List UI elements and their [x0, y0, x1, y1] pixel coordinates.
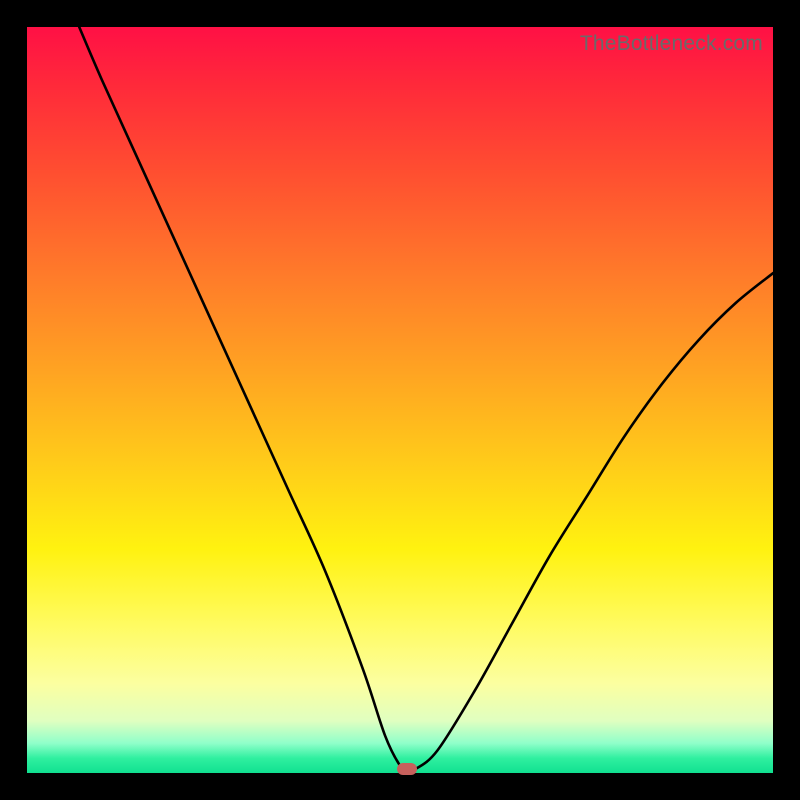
curve-svg [27, 27, 773, 773]
chart-frame: TheBottleneck.com [0, 0, 800, 800]
minimum-marker [397, 763, 417, 775]
plot-area: TheBottleneck.com [27, 27, 773, 773]
bottleneck-curve [79, 27, 773, 771]
